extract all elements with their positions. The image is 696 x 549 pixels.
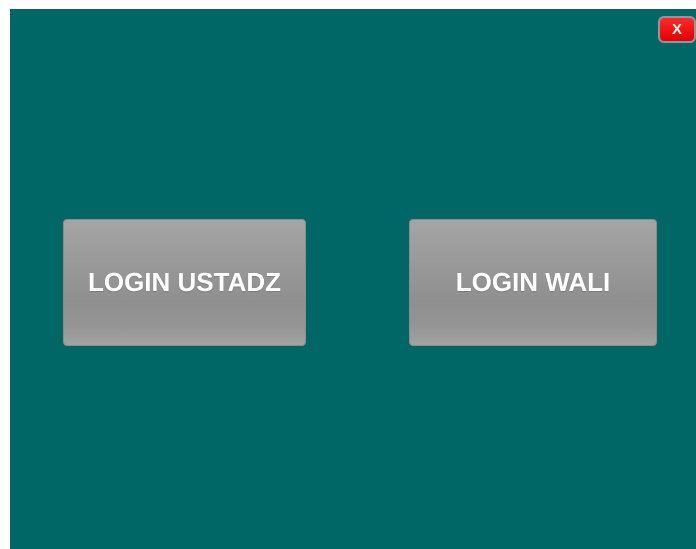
login-wali-label: LOGIN WALI — [455, 267, 611, 297]
login-ustadz-button[interactable]: LOGIN USTADZ — [63, 219, 306, 346]
login-wali-button[interactable]: LOGIN WALI — [409, 219, 657, 346]
login-ustadz-label: LOGIN USTADZ — [87, 267, 282, 297]
close-button[interactable]: X — [658, 16, 696, 43]
app-window: X LOGIN USTADZ LOGIN WALI — [10, 9, 696, 549]
